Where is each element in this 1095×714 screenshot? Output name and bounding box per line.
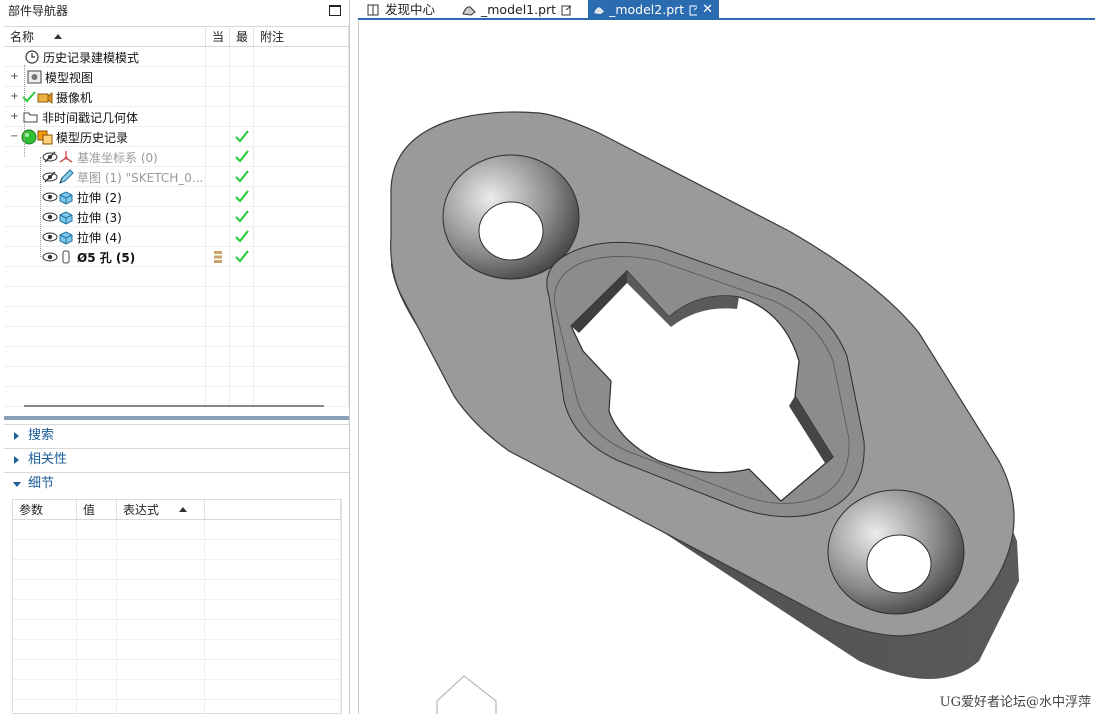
sort-asc-icon xyxy=(179,507,187,512)
countersink-hole-bottom-right[interactable] xyxy=(827,489,965,615)
tree-row-extrude-4[interactable]: 拉伸 (4) xyxy=(4,227,349,247)
tab-discovery-center[interactable]: 发现中心 xyxy=(360,0,441,20)
current-feature-icon xyxy=(214,251,222,263)
modified-icon xyxy=(561,5,572,15)
expand-arrow-icon xyxy=(14,432,19,440)
collapse-icon[interactable]: − xyxy=(10,131,19,142)
close-icon[interactable]: ✕ xyxy=(702,1,713,19)
folder-icon xyxy=(23,109,39,125)
watermark: UG爱好者论坛@水中浮萍 xyxy=(939,695,1091,710)
tab-model2[interactable]: _model2.prt ✕ xyxy=(588,0,719,20)
graphics-viewport[interactable]: UG爱好者论坛@水中浮萍 xyxy=(358,21,1095,714)
part-model-3d xyxy=(390,111,1019,714)
visible-eye-icon[interactable] xyxy=(42,189,58,205)
view-triad xyxy=(436,675,497,714)
document-tabs: 发现中心 _model1.prt _model2.prt ✕ xyxy=(358,0,1095,20)
collapse-arrow-icon xyxy=(13,482,21,487)
tree-row-sketch[interactable]: 草图 (1) "SKETCH_0... xyxy=(4,167,349,187)
check-icon xyxy=(235,190,249,203)
tree-row-extrude-3[interactable]: 拉伸 (3) xyxy=(4,207,349,227)
expand-arrow-icon xyxy=(14,456,19,464)
tree-row-hole-5[interactable]: Ø5 孔 (5) xyxy=(4,247,349,267)
model-history-icon xyxy=(37,129,53,145)
camera-icon xyxy=(37,89,53,105)
extrude-icon xyxy=(58,209,74,225)
search-panel-header[interactable]: 搜索 xyxy=(4,424,349,446)
col-name[interactable]: 名称 xyxy=(4,27,206,46)
hole-icon xyxy=(58,249,74,265)
visible-eye-icon[interactable] xyxy=(42,229,58,245)
visible-eye-icon[interactable] xyxy=(42,209,58,225)
tree-row-cameras[interactable]: + 摄像机 xyxy=(4,87,349,107)
expand-icon[interactable]: + xyxy=(10,91,19,102)
book-icon xyxy=(367,4,379,16)
history-clock-icon xyxy=(24,49,40,65)
details-header: 参数 值 表达式 xyxy=(13,500,341,520)
horizontal-scrollbar[interactable] xyxy=(24,405,324,407)
col-notes[interactable]: 附注 xyxy=(254,27,349,46)
tree-row-datum-csys[interactable]: 基准坐标系 (0) xyxy=(4,147,349,167)
check-icon xyxy=(235,230,249,243)
check-icon xyxy=(235,250,249,263)
extrude-icon xyxy=(58,189,74,205)
dependencies-panel-header[interactable]: 相关性 xyxy=(4,448,349,470)
expand-icon[interactable]: + xyxy=(10,71,19,82)
hidden-eye-icon[interactable] xyxy=(42,169,58,185)
maximize-button[interactable] xyxy=(329,5,341,16)
details-panel-header[interactable]: 细节 xyxy=(4,472,349,494)
tree-row-model-history[interactable]: − 模型历史记录 xyxy=(4,127,349,147)
datum-csys-icon xyxy=(58,149,74,165)
model-view-icon xyxy=(26,69,42,85)
tree-row-model-views[interactable]: + 模型视图 xyxy=(4,67,349,87)
col-current[interactable]: 当 xyxy=(206,27,230,46)
part-navigator: 部件导航器 名称 当 最 附注 历史记录建模模式 + 模型视图 + 摄像机 + … xyxy=(0,0,350,714)
col-expression[interactable]: 表达式 xyxy=(117,500,205,519)
col-value[interactable]: 值 xyxy=(77,500,117,519)
details-table: 参数 值 表达式 xyxy=(12,499,342,714)
navigator-title: 部件导航器 xyxy=(0,0,349,22)
tree-row-history-mode[interactable]: 历史记录建模模式 xyxy=(4,47,349,67)
check-icon xyxy=(235,150,249,163)
tree-header: 名称 当 最 附注 xyxy=(4,27,349,47)
extrude-icon xyxy=(58,229,74,245)
splitter[interactable] xyxy=(4,416,349,420)
check-icon xyxy=(235,210,249,223)
modified-icon xyxy=(689,5,698,15)
hidden-eye-icon[interactable] xyxy=(42,149,58,165)
sort-asc-icon xyxy=(54,34,62,39)
tree-row-extrude-2[interactable]: 拉伸 (2) xyxy=(4,187,349,207)
navigator-tree: 名称 当 最 附注 历史记录建模模式 + 模型视图 + 摄像机 + 非时间戳记几… xyxy=(4,26,349,416)
visible-eye-icon[interactable] xyxy=(42,249,58,265)
tree-row-non-timestamp-geometry[interactable]: + 非时间戳记几何体 xyxy=(4,107,349,127)
part-icon xyxy=(462,6,476,16)
expand-icon[interactable]: + xyxy=(10,111,19,122)
tab-model1[interactable]: _model1.prt xyxy=(456,0,578,20)
part-icon xyxy=(594,7,604,14)
col-param[interactable]: 参数 xyxy=(13,500,77,519)
check-icon xyxy=(235,130,249,143)
check-icon xyxy=(235,170,249,183)
sketch-icon xyxy=(58,169,74,185)
col-latest[interactable]: 最 xyxy=(230,27,254,46)
